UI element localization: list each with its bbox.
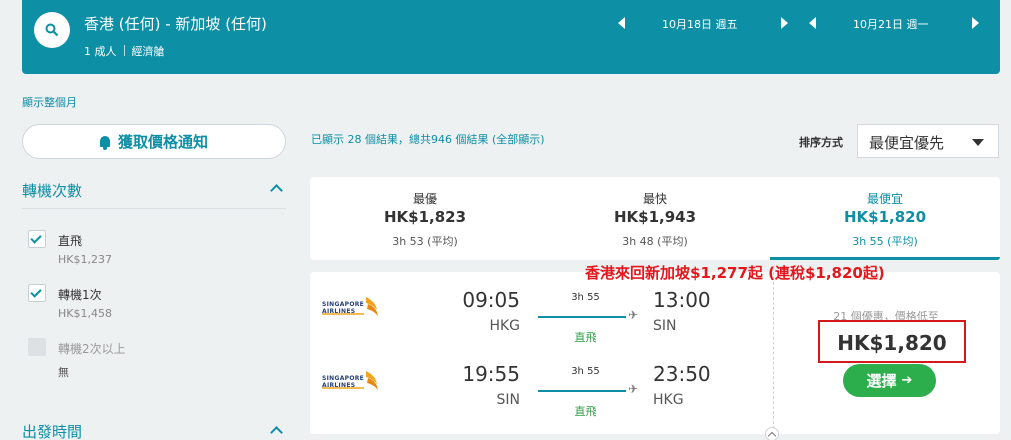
sort-summary-tabs: 最優 HK$1,823 3h 53 (平均) 最快 HK$1,943 3h 48… xyxy=(310,177,1000,260)
outbound-duration: 3h 55 xyxy=(571,292,600,303)
tab-fastest-price: HK$1,943 xyxy=(613,208,697,226)
outbound-departure-time: 09:05 xyxy=(462,288,520,312)
outbound-departure-airport: HKG xyxy=(489,318,520,334)
search-summary-bar[interactable]: 香港 (任何) - 新加坡 (任何) 1 成人 經濟艙 10月18日 週五 10月… xyxy=(22,0,1000,74)
stops-filter-title[interactable]: 轉機次數 xyxy=(22,180,82,201)
depart-date-prev-icon[interactable] xyxy=(618,17,625,29)
passenger-count: 1 成人 xyxy=(84,45,117,58)
inbound-arrival-airport: HKG xyxy=(653,392,684,408)
tab-fastest-label: 最快 xyxy=(642,192,667,206)
inbound-duration: 3h 55 xyxy=(571,366,600,377)
stops-nonstop-label[interactable]: 直飛 xyxy=(58,232,82,249)
airline-name: SINGAPORE AIRLINES xyxy=(322,301,365,315)
plane-icon: ✈ xyxy=(628,308,639,322)
caret-down-icon xyxy=(972,139,984,146)
active-tab-indicator xyxy=(770,257,1000,260)
search-icon[interactable] xyxy=(34,12,70,48)
tab-cheapest-label: 最便宜 xyxy=(866,192,903,206)
stops-nonstop-checkbox[interactable] xyxy=(28,230,46,248)
flight-result-card[interactable]: SINGAPORE AIRLINES 09:05 HKG 3h 55 ✈ 直飛 … xyxy=(310,272,1000,434)
tab-cheapest-duration: 3h 55 (平均) xyxy=(852,235,918,248)
tab-cheapest-price: HK$1,820 xyxy=(843,208,927,226)
inbound-route-line xyxy=(538,390,626,392)
cabin-class: 經濟艙 xyxy=(131,45,165,58)
tab-cheapest[interactable]: 最便宜 HK$1,820 3h 55 (平均) xyxy=(770,177,1000,260)
inbound-departure-airport: SIN xyxy=(496,392,521,408)
plane-icon: ✈ xyxy=(628,382,639,396)
tab-best-price: HK$1,823 xyxy=(383,208,467,226)
depart-date-next-icon[interactable] xyxy=(781,17,788,29)
checkmark-icon xyxy=(30,232,42,244)
select-button[interactable]: 選擇 ➔ xyxy=(843,364,936,397)
promo-annotation: 香港來回新加坡$1,277起 (連稅$1,820起) xyxy=(585,264,885,282)
price-highlight-box: HK$1,820 xyxy=(818,320,966,363)
airline-name: SINGAPORE AIRLINES xyxy=(322,375,365,389)
bell-icon xyxy=(99,136,110,150)
stops-one-label[interactable]: 轉機1次 xyxy=(58,286,102,303)
route-text[interactable]: 香港 (任何) - 新加坡 (任何) xyxy=(84,13,267,34)
airline-logo: SINGAPORE AIRLINES xyxy=(322,368,384,394)
stops-nonstop-price: HK$1,237 xyxy=(58,253,112,266)
sort-select[interactable]: 最便宜優先 xyxy=(857,124,999,158)
outbound-route-line xyxy=(538,316,626,318)
inbound-departure-time: 19:55 xyxy=(462,362,520,386)
departure-time-filter-title[interactable]: 出發時間 xyxy=(22,421,82,440)
chevron-up-icon[interactable] xyxy=(270,184,283,197)
depart-date[interactable]: 10月18日 週五 xyxy=(662,16,738,32)
chevron-up-icon xyxy=(767,431,777,440)
airline-logo: SINGAPORE AIRLINES xyxy=(322,294,384,320)
inbound-arrival-time: 23:50 xyxy=(653,362,711,386)
flight-price: HK$1,820 xyxy=(837,331,947,355)
return-date[interactable]: 10月21日 週一 xyxy=(853,16,929,32)
price-alert-label: 獲取價格通知 xyxy=(117,133,208,151)
tab-best-duration: 3h 53 (平均) xyxy=(392,235,458,248)
card-divider xyxy=(773,272,774,434)
stops-two-plus-price: 無 xyxy=(58,366,69,379)
inbound-stops: 直飛 xyxy=(574,405,597,418)
passenger-cabin-info[interactable]: 1 成人 經濟艙 xyxy=(84,43,165,59)
stops-one-price: HK$1,458 xyxy=(58,307,112,320)
stops-one-checkbox[interactable] xyxy=(28,284,46,302)
arrow-right-icon: ➔ xyxy=(901,373,913,388)
sort-label: 排序方式 xyxy=(799,136,843,149)
return-date-next-icon[interactable] xyxy=(972,17,979,29)
chevron-up-icon[interactable] xyxy=(270,426,283,439)
tab-fastest[interactable]: 最快 HK$1,943 3h 48 (平均) xyxy=(540,177,770,260)
return-date-prev-icon[interactable] xyxy=(809,17,816,29)
tab-best[interactable]: 最優 HK$1,823 3h 53 (平均) xyxy=(310,177,540,260)
section-divider xyxy=(22,208,286,209)
stops-two-plus-checkbox xyxy=(28,338,46,356)
tab-best-label: 最優 xyxy=(412,192,437,206)
outbound-stops: 直飛 xyxy=(574,331,597,344)
price-alert-button[interactable]: 獲取價格通知 xyxy=(22,124,286,159)
sort-value: 最便宜優先 xyxy=(869,134,945,152)
show-whole-month-link[interactable]: 顯示整個月 xyxy=(22,94,77,110)
outbound-arrival-time: 13:00 xyxy=(653,288,711,312)
expand-details-toggle[interactable] xyxy=(765,427,779,440)
result-count[interactable]: 已顯示 28 個結果，總共946 個結果 (全部顯示) xyxy=(311,131,545,147)
stops-two-plus-label: 轉機2次以上 xyxy=(58,342,126,356)
checkmark-icon xyxy=(30,286,42,298)
outbound-arrival-airport: SIN xyxy=(653,318,677,334)
select-button-label: 選擇 xyxy=(866,372,897,390)
tab-fastest-duration: 3h 48 (平均) xyxy=(622,235,688,248)
